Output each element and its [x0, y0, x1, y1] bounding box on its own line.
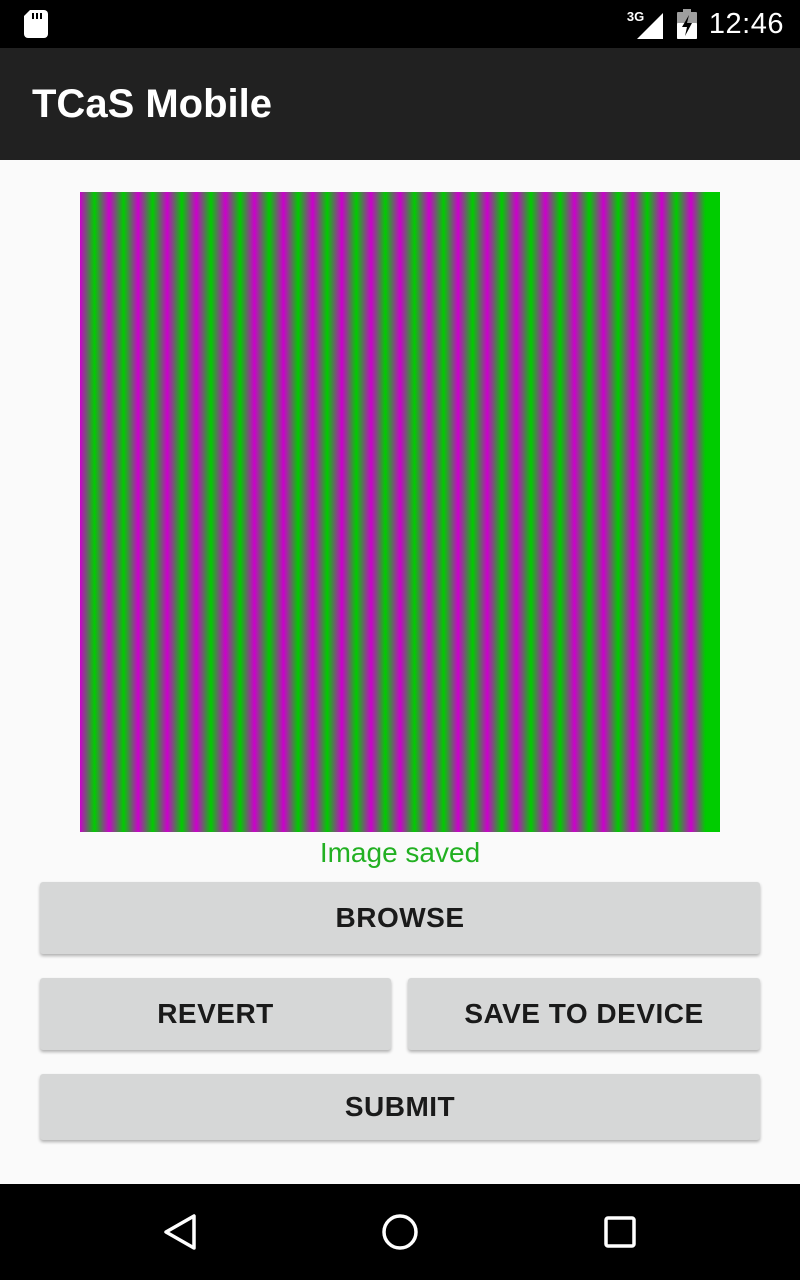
clock: 12:46 [708, 7, 784, 40]
stripe [167, 192, 197, 832]
home-icon[interactable] [380, 1212, 420, 1252]
stripe [138, 192, 168, 832]
recents-icon[interactable] [600, 1212, 640, 1252]
stripe [254, 192, 285, 832]
save-to-device-button[interactable]: SAVE TO DEVICE [408, 978, 760, 1050]
stripe [400, 192, 430, 832]
stripe [458, 192, 488, 832]
sd-card-icon [24, 10, 48, 38]
stripe [574, 192, 605, 832]
stripe [487, 192, 517, 832]
app-title: TCaS Mobile [32, 82, 273, 126]
stripe [283, 192, 314, 832]
submit-button[interactable]: SUBMIT [40, 1074, 760, 1140]
stripe [109, 192, 139, 832]
stripe [603, 192, 634, 832]
status-message: Image saved [319, 837, 481, 868]
stripe-edge [705, 192, 720, 832]
stripe [632, 192, 663, 832]
stripe [196, 192, 226, 832]
stripe [545, 192, 576, 832]
revert-button[interactable]: REVERT [40, 978, 391, 1050]
signal-3g-icon: 3G [627, 9, 663, 39]
status-bar: 3G 12:46 [0, 0, 800, 48]
stripe [370, 192, 401, 832]
stripe [341, 192, 372, 832]
status-icons: 3G 12:46 [627, 0, 784, 48]
stripe [225, 192, 256, 832]
stripe [516, 192, 546, 832]
stripe [661, 192, 692, 832]
app-bar: TCaS Mobile [0, 48, 800, 160]
battery-charging-icon [676, 9, 697, 39]
navigation-bar [0, 1184, 800, 1280]
stripe [80, 192, 110, 832]
main-content: Image saved BROWSE REVERT SAVE TO DEVICE… [0, 160, 800, 1184]
stripe [312, 192, 343, 832]
back-icon[interactable] [160, 1212, 200, 1252]
browse-button[interactable]: BROWSE [40, 882, 760, 954]
stripe [429, 192, 459, 832]
preview-image [80, 192, 720, 832]
